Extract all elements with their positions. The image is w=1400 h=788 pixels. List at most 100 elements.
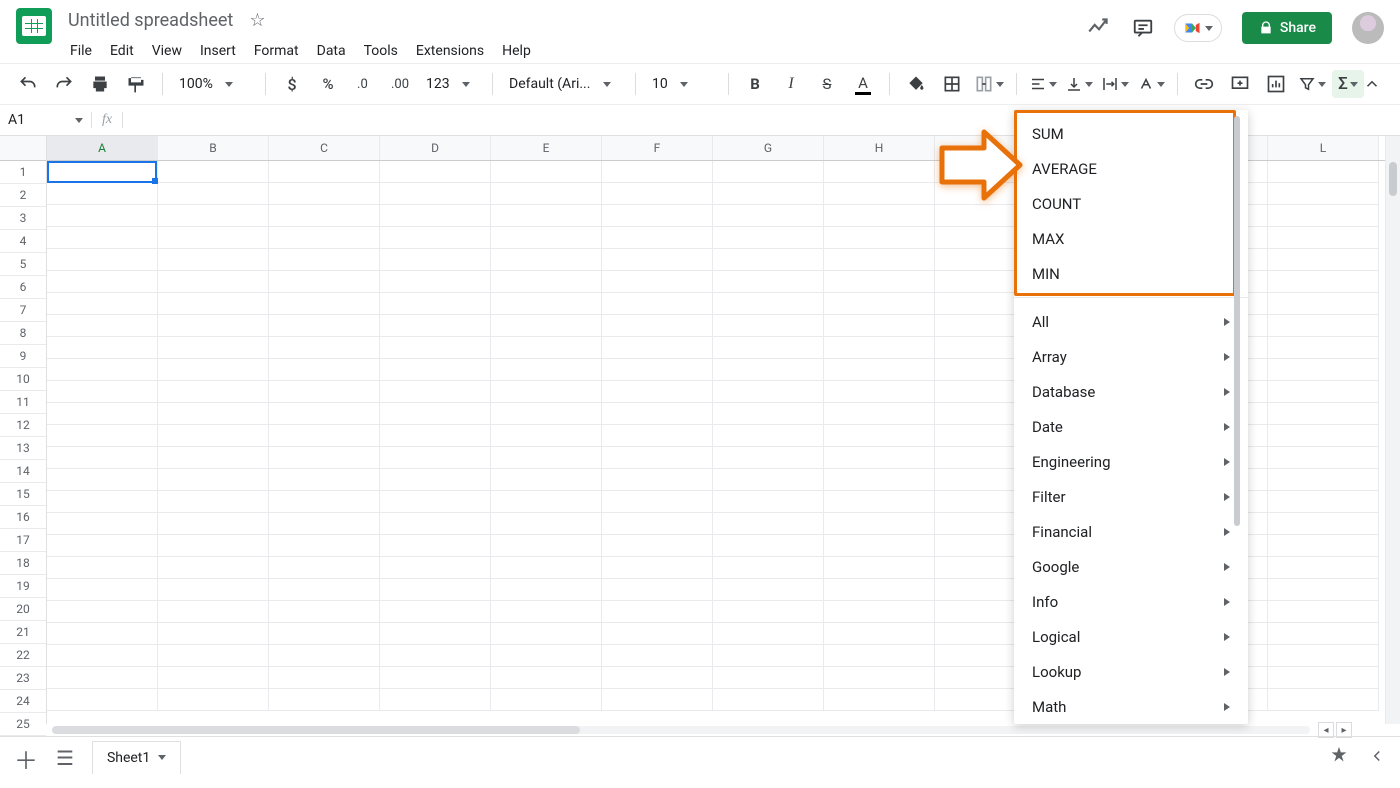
cell[interactable]: [269, 557, 380, 579]
insert-chart-button[interactable]: [1260, 70, 1292, 98]
cell[interactable]: [1268, 447, 1379, 469]
cell[interactable]: [380, 447, 491, 469]
cell[interactable]: [491, 491, 602, 513]
row-header[interactable]: 1: [0, 161, 46, 184]
cell[interactable]: [602, 293, 713, 315]
cell[interactable]: [380, 491, 491, 513]
text-rotation-button[interactable]: [1135, 70, 1167, 98]
insert-link-button[interactable]: [1188, 70, 1220, 98]
cell[interactable]: [491, 205, 602, 227]
row-header[interactable]: 4: [0, 230, 46, 253]
cell[interactable]: [1268, 579, 1379, 601]
cell[interactable]: [1268, 425, 1379, 447]
cell[interactable]: [47, 205, 158, 227]
cell[interactable]: [1268, 645, 1379, 667]
horizontal-scrollbar[interactable]: [52, 726, 1310, 734]
cell[interactable]: [158, 557, 269, 579]
fn-category-financial[interactable]: Financial: [1014, 514, 1248, 549]
cell[interactable]: [269, 425, 380, 447]
cell[interactable]: [158, 249, 269, 271]
cell[interactable]: [269, 315, 380, 337]
scroll-left-button[interactable]: ◂: [1318, 722, 1334, 738]
cell[interactable]: [380, 381, 491, 403]
share-button[interactable]: Share: [1242, 12, 1332, 44]
cell[interactable]: [824, 535, 935, 557]
cell[interactable]: [269, 623, 380, 645]
cell[interactable]: [824, 205, 935, 227]
row-header[interactable]: 21: [0, 621, 46, 644]
cell[interactable]: [602, 205, 713, 227]
redo-button[interactable]: [48, 70, 80, 98]
cell[interactable]: [380, 645, 491, 667]
cell[interactable]: [47, 535, 158, 557]
borders-button[interactable]: [936, 70, 968, 98]
cell[interactable]: [713, 535, 824, 557]
cell[interactable]: [158, 667, 269, 689]
cell[interactable]: [602, 425, 713, 447]
merge-cells-button[interactable]: [972, 70, 1006, 98]
cell[interactable]: [491, 601, 602, 623]
row-header[interactable]: 2: [0, 184, 46, 207]
cell[interactable]: [269, 271, 380, 293]
cell[interactable]: [491, 359, 602, 381]
cell[interactable]: [269, 491, 380, 513]
cell[interactable]: [47, 557, 158, 579]
row-header[interactable]: 6: [0, 276, 46, 299]
cell[interactable]: [158, 513, 269, 535]
cell[interactable]: [602, 161, 713, 183]
row-header[interactable]: 3: [0, 207, 46, 230]
more-formats-select[interactable]: 123: [420, 76, 482, 92]
cell[interactable]: [380, 359, 491, 381]
cell[interactable]: [1268, 535, 1379, 557]
cell[interactable]: [824, 315, 935, 337]
cell[interactable]: [380, 227, 491, 249]
cell[interactable]: [824, 579, 935, 601]
cell[interactable]: [158, 601, 269, 623]
fn-category-date[interactable]: Date: [1014, 409, 1248, 444]
cell[interactable]: [158, 645, 269, 667]
cell[interactable]: [47, 623, 158, 645]
row-header[interactable]: 15: [0, 483, 46, 506]
cell[interactable]: [491, 513, 602, 535]
cell[interactable]: [602, 535, 713, 557]
cell[interactable]: [269, 359, 380, 381]
menu-view[interactable]: View: [144, 39, 190, 63]
all-sheets-button[interactable]: ☰: [56, 746, 74, 770]
font-size-select[interactable]: 10: [646, 76, 718, 92]
cell[interactable]: [158, 579, 269, 601]
fn-category-filter[interactable]: Filter: [1014, 479, 1248, 514]
cell[interactable]: [713, 381, 824, 403]
cell[interactable]: [1268, 601, 1379, 623]
fn-category-database[interactable]: Database: [1014, 374, 1248, 409]
undo-button[interactable]: [12, 70, 44, 98]
row-header[interactable]: 25: [0, 713, 46, 736]
cell[interactable]: [380, 513, 491, 535]
cell[interactable]: [713, 403, 824, 425]
cell[interactable]: [824, 557, 935, 579]
row-header[interactable]: 8: [0, 322, 46, 345]
row-header[interactable]: 18: [0, 552, 46, 575]
cell[interactable]: [491, 249, 602, 271]
cell[interactable]: [491, 645, 602, 667]
cell[interactable]: [1268, 557, 1379, 579]
cell[interactable]: [824, 491, 935, 513]
fn-item-average[interactable]: AVERAGE: [1014, 151, 1248, 186]
cell[interactable]: [602, 513, 713, 535]
cell[interactable]: [380, 557, 491, 579]
cell[interactable]: [269, 579, 380, 601]
cell[interactable]: [824, 381, 935, 403]
text-wrap-button[interactable]: [1099, 70, 1131, 98]
name-box[interactable]: A1: [0, 112, 92, 128]
cell[interactable]: [1268, 623, 1379, 645]
cell[interactable]: [491, 579, 602, 601]
cell[interactable]: [1268, 271, 1379, 293]
text-color-button[interactable]: A: [847, 70, 879, 98]
cell[interactable]: [491, 667, 602, 689]
cell[interactable]: [1268, 403, 1379, 425]
cell[interactable]: [602, 403, 713, 425]
collapse-toolbar-button[interactable]: [1356, 70, 1388, 98]
cell[interactable]: [602, 645, 713, 667]
row-header[interactable]: 16: [0, 506, 46, 529]
cell[interactable]: [158, 315, 269, 337]
cell[interactable]: [491, 293, 602, 315]
